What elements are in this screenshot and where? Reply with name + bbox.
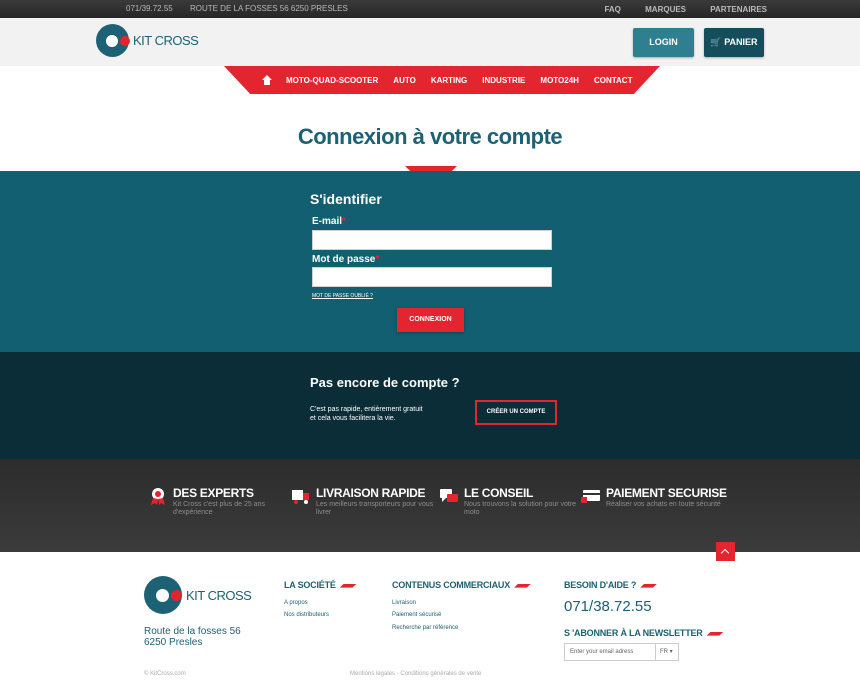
newsletter-email-input[interactable]: Enter your email adress bbox=[564, 643, 656, 661]
secure-card-icon bbox=[581, 490, 600, 503]
topbar-link-faq[interactable]: FAQ bbox=[604, 5, 620, 14]
footer-link-recherche[interactable]: Recherche par référence bbox=[392, 625, 458, 631]
topbar-address: ROUTE DE LA FOSSES 56 6250 PRESLES bbox=[189, 4, 348, 13]
footer-address: Route de la fosses 56 6250 Presles bbox=[144, 626, 241, 648]
aide-title: BESOIN D'AIDE ? bbox=[564, 580, 658, 590]
password-field[interactable] bbox=[312, 267, 552, 287]
topbar-link-marques[interactable]: MARQUES bbox=[645, 5, 686, 14]
copyright: © KitCross.com bbox=[144, 671, 186, 677]
chat-icon bbox=[440, 489, 458, 502]
footer-link-paiement[interactable]: Paiement sécurisé bbox=[392, 612, 441, 618]
footer-link-livraison[interactable]: Livraison bbox=[392, 600, 416, 606]
footer-logo-text: KIT CROSS bbox=[186, 587, 252, 603]
cart-label: PANIER bbox=[724, 37, 758, 47]
topbar-link-partenaires[interactable]: PARTENAIRES bbox=[710, 5, 767, 14]
header-logo[interactable]: KIT CROSS bbox=[96, 24, 199, 57]
chevron-down-icon: ▾ bbox=[669, 649, 673, 655]
award-icon bbox=[151, 488, 165, 505]
required-mark: * bbox=[342, 216, 346, 227]
features-band: DES EXPERTS Kit Cross c'est plus de 25 a… bbox=[0, 459, 860, 552]
logo-mark-icon bbox=[144, 576, 182, 614]
legal-links[interactable]: Mentions légales · Conditions générales … bbox=[350, 671, 481, 677]
footer-link-distributeurs[interactable]: Nos distributeurs bbox=[284, 612, 329, 618]
email-label: E-mail* bbox=[312, 216, 346, 227]
login-button[interactable]: LOGIN bbox=[633, 28, 694, 57]
register-section: Pas encore de compte ? C'est pas rapide,… bbox=[0, 352, 860, 459]
cart-icon: 🛒 bbox=[710, 37, 722, 47]
nav-item-karting[interactable]: KARTING bbox=[431, 76, 467, 85]
register-description: C'est pas rapide, entièrement gratuit et… bbox=[310, 406, 423, 422]
societe-title: LA SOCIÉTÉ bbox=[284, 580, 357, 590]
email-field[interactable] bbox=[312, 230, 552, 250]
forgot-password-link[interactable]: MOT DE PASSE OUBLIÉ ? bbox=[312, 293, 373, 299]
footer-logo[interactable]: KIT CROSS bbox=[144, 576, 252, 614]
register-heading: Pas encore de compte ? bbox=[310, 375, 460, 390]
nav-item-moto-quad-scooter[interactable]: MOTO-QUAD-SCOOTER bbox=[286, 76, 378, 85]
password-label: Mot de passe* bbox=[312, 254, 380, 265]
nav-item-contact[interactable]: CONTACT bbox=[594, 76, 633, 85]
login-section: S'identifier E-mail* Mot de passe* MOT D… bbox=[0, 171, 860, 352]
footer-phone[interactable]: 071/38.72.55 bbox=[564, 598, 652, 615]
nav-item-auto[interactable]: AUTO bbox=[393, 76, 416, 85]
required-mark: * bbox=[375, 254, 380, 265]
language-select[interactable]: FR ▾ bbox=[655, 643, 679, 661]
footer-link-apropos[interactable]: A propos bbox=[284, 600, 308, 606]
login-heading: S'identifier bbox=[310, 191, 382, 207]
connexion-button[interactable]: CONNEXION bbox=[397, 308, 464, 332]
nav-item-industrie[interactable]: INDUSTRIE bbox=[482, 76, 525, 85]
top-bar: 071/39.72.55 ROUTE DE LA FOSSES 56 6250 … bbox=[0, 0, 860, 18]
main-nav: MOTO-QUAD-SCOOTER AUTO KARTING INDUSTRIE… bbox=[224, 66, 660, 94]
page-title: Connexion à votre compte bbox=[297, 124, 563, 149]
cart-button[interactable]: 🛒 PANIER bbox=[704, 28, 764, 57]
create-account-button[interactable]: CRÉER UN COMPTE bbox=[475, 400, 557, 425]
truck-icon bbox=[292, 490, 309, 504]
logo-text: KIT CROSS bbox=[133, 33, 199, 48]
scroll-to-top-button[interactable] bbox=[716, 542, 735, 561]
header: KIT CROSS LOGIN 🛒 PANIER bbox=[0, 18, 860, 66]
topbar-phone[interactable]: 071/39.72.55 bbox=[126, 4, 173, 13]
newsletter-title: S 'ABONNER À LA NEWSLETTER bbox=[564, 628, 724, 638]
nav-item-moto24h[interactable]: MOTO24H bbox=[540, 76, 579, 85]
contenus-title: CONTENUS COMMERCIAUX bbox=[392, 580, 532, 590]
home-icon[interactable] bbox=[262, 75, 272, 85]
logo-mark-icon bbox=[96, 24, 130, 57]
